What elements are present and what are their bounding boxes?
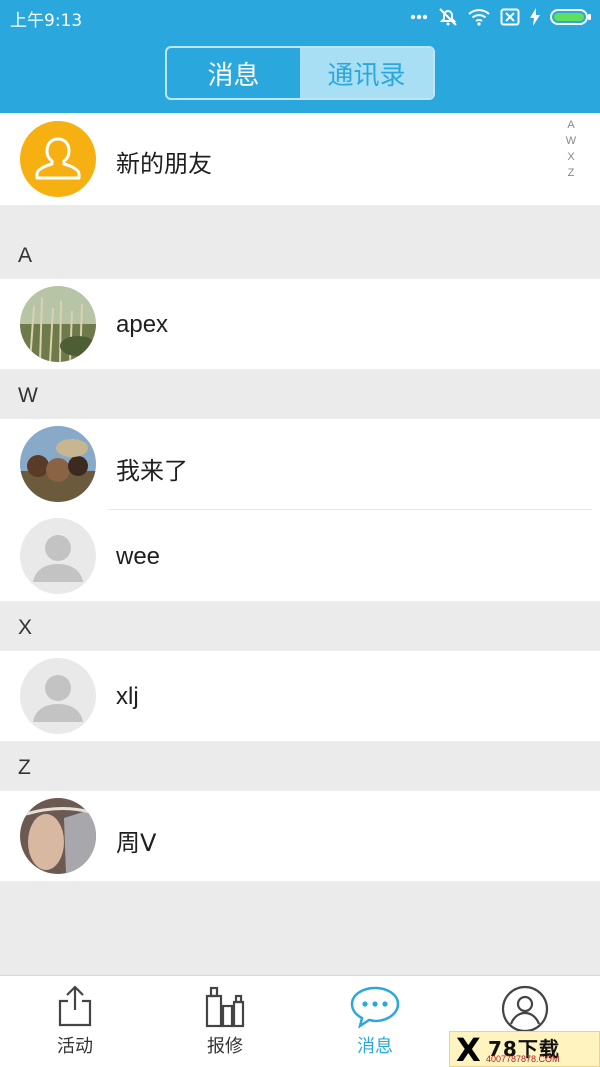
battery-icon <box>550 9 591 25</box>
index-letter[interactable]: W <box>566 134 576 148</box>
profile-icon <box>501 985 549 1033</box>
new-friends-row[interactable]: 新的朋友 <box>0 113 600 205</box>
header-segmented-control: 消息 通讯录 <box>165 46 435 100</box>
status-bar: 上午9:13 <box>0 0 600 34</box>
contact-avatar <box>20 286 96 362</box>
contact-avatar[interactable] <box>20 426 96 502</box>
contact-row[interactable]: apex <box>0 279 600 369</box>
photo-grass-avatar <box>20 286 96 362</box>
index-letter[interactable]: Z <box>568 166 575 180</box>
status-time: 上午9:13 <box>10 11 83 31</box>
chat-bubble-icon <box>350 986 400 1028</box>
contact-name: xlj <box>116 683 139 710</box>
more-dots-icon <box>410 14 428 20</box>
contact-avatar <box>20 658 96 734</box>
charging-icon <box>530 8 540 26</box>
tools-icon <box>205 986 245 1028</box>
app-header: 上午9:13 消息 通讯录 <box>0 0 600 113</box>
tab-messages-nav[interactable]: 消息 <box>300 976 450 1067</box>
new-friends-label: 新的朋友 <box>116 150 212 178</box>
mute-bell-icon <box>439 8 457 26</box>
section-header-z: Z <box>18 756 31 779</box>
alphabet-index[interactable]: A W X Z <box>564 118 578 180</box>
tab-contacts[interactable]: 通讯录 <box>300 48 433 98</box>
status-icons <box>410 6 592 28</box>
contact-avatar[interactable] <box>20 518 96 594</box>
sim-x-icon <box>500 8 520 26</box>
tab-repair[interactable]: 报修 <box>150 976 300 1067</box>
section-header-a: A <box>18 244 33 267</box>
row-divider <box>108 509 592 510</box>
section-w-group: 我来了 wee <box>0 419 600 601</box>
tab-label: 报修 <box>207 1036 243 1057</box>
section-header-w: W <box>18 384 38 407</box>
new-friends-avatar <box>20 121 96 197</box>
tab-messages[interactable]: 消息 <box>167 48 300 98</box>
tab-label: 消息 <box>357 1036 393 1057</box>
section-header-x: X <box>18 616 33 639</box>
tab-label: 活动 <box>57 1036 93 1057</box>
contact-name: apex <box>116 311 169 338</box>
photo-wolf-avatar <box>20 798 96 874</box>
index-letter[interactable]: A <box>567 118 574 132</box>
watermark-site: 4007787878.COM <box>486 1054 560 1064</box>
default-avatar-icon <box>33 675 83 722</box>
tab-activity[interactable]: 活动 <box>0 976 150 1067</box>
user-outline-icon <box>35 137 81 180</box>
contact-row[interactable]: 周V <box>0 791 600 881</box>
photo-group-avatar <box>20 426 96 502</box>
default-avatar-icon <box>33 535 83 582</box>
watermark-badge: X 78下载 4007787878.COM <box>449 1031 600 1067</box>
contact-row[interactable]: xlj <box>0 651 600 741</box>
wifi-icon <box>468 9 490 26</box>
contact-name[interactable]: 我来了 <box>116 451 188 486</box>
contact-avatar <box>20 798 96 874</box>
watermark-logo-icon: X <box>456 1031 481 1067</box>
index-letter[interactable]: X <box>567 150 574 164</box>
share-icon <box>58 985 92 1027</box>
contact-name: 周V <box>116 829 157 857</box>
contact-name[interactable]: wee <box>116 543 160 571</box>
